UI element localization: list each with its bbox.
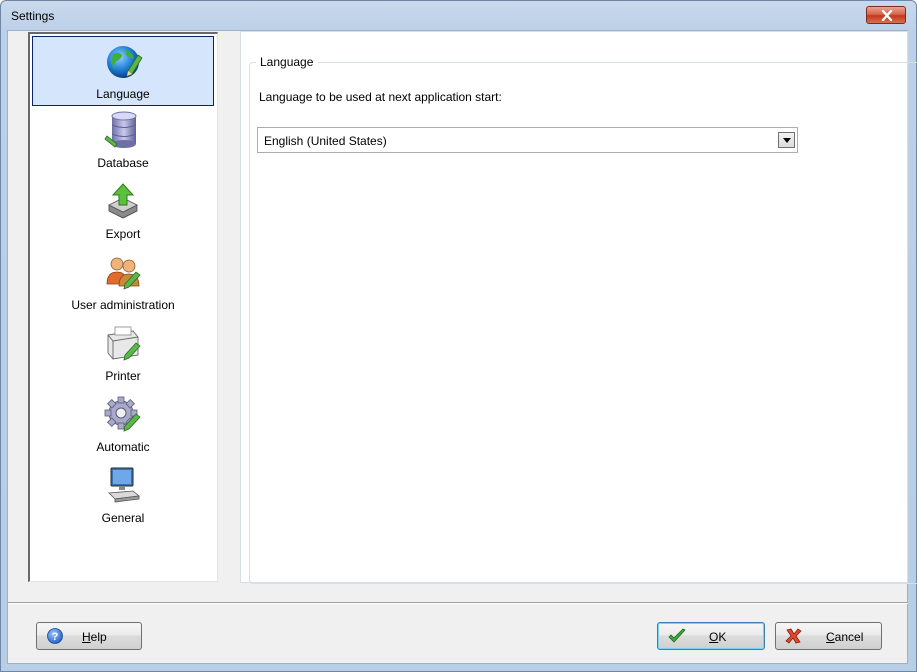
ok-button[interactable]: OK bbox=[657, 622, 765, 650]
ok-mnemonic: O bbox=[709, 630, 719, 644]
group-box-legend: Language bbox=[256, 55, 318, 69]
title-bar[interactable]: Settings bbox=[1, 1, 916, 31]
printer-pencil-icon bbox=[107, 326, 141, 361]
footer-separator bbox=[8, 602, 908, 604]
nav-item-general[interactable]: General bbox=[32, 461, 214, 531]
ok-label-rest: K bbox=[718, 630, 727, 644]
language-prompt-label: Language to be used at next application … bbox=[259, 90, 502, 104]
nav-item-printer[interactable]: Printer bbox=[32, 319, 214, 389]
settings-category-list[interactable]: Language Database Export User administra… bbox=[28, 32, 218, 582]
help-icon: ? bbox=[47, 628, 63, 644]
nav-item-database[interactable]: Database bbox=[32, 106, 214, 176]
computer-icon bbox=[108, 467, 140, 503]
language-dropdown[interactable]: English (United States) bbox=[257, 127, 798, 153]
nav-item-automatic[interactable]: Automatic bbox=[32, 390, 214, 460]
help-button-label: Help bbox=[82, 630, 107, 644]
language-dropdown-value: English (United States) bbox=[264, 134, 387, 148]
ok-button-label: OK bbox=[709, 630, 726, 644]
export-arrow-icon bbox=[108, 183, 138, 219]
cancel-mnemonic: C bbox=[826, 630, 835, 644]
globe-pencil-icon bbox=[107, 46, 143, 78]
nav-item-language[interactable]: Language bbox=[32, 36, 214, 106]
users-pencil-icon bbox=[106, 257, 141, 290]
cancel-x-icon bbox=[785, 628, 802, 644]
help-mnemonic: H bbox=[82, 630, 91, 644]
cancel-button[interactable]: Cancel bbox=[775, 622, 882, 650]
nav-item-label: Printer bbox=[105, 369, 141, 383]
window-title: Settings bbox=[11, 9, 55, 23]
close-button[interactable] bbox=[866, 6, 906, 24]
nav-item-label: Automatic bbox=[96, 440, 150, 454]
close-icon bbox=[881, 10, 893, 21]
nav-item-label: User administration bbox=[71, 298, 175, 312]
help-label-rest: elp bbox=[90, 630, 107, 644]
svg-text:?: ? bbox=[52, 631, 59, 643]
cancel-label-rest: ancel bbox=[834, 630, 864, 644]
database-pencil-icon bbox=[104, 111, 137, 148]
nav-item-export[interactable]: Export bbox=[32, 177, 214, 247]
chevron-down-icon bbox=[783, 138, 791, 143]
nav-item-user-administration[interactable]: User administration bbox=[32, 248, 214, 318]
help-button[interactable]: ? Help bbox=[36, 622, 142, 650]
nav-item-label: Export bbox=[105, 227, 141, 241]
cancel-button-label: Cancel bbox=[826, 630, 863, 644]
dropdown-toggle[interactable] bbox=[778, 132, 795, 148]
checkmark-icon bbox=[668, 628, 686, 643]
nav-item-label: General bbox=[101, 511, 145, 525]
nav-item-label: Language bbox=[96, 87, 150, 101]
gear-pencil-icon bbox=[104, 396, 141, 432]
nav-item-label: Database bbox=[97, 156, 149, 170]
